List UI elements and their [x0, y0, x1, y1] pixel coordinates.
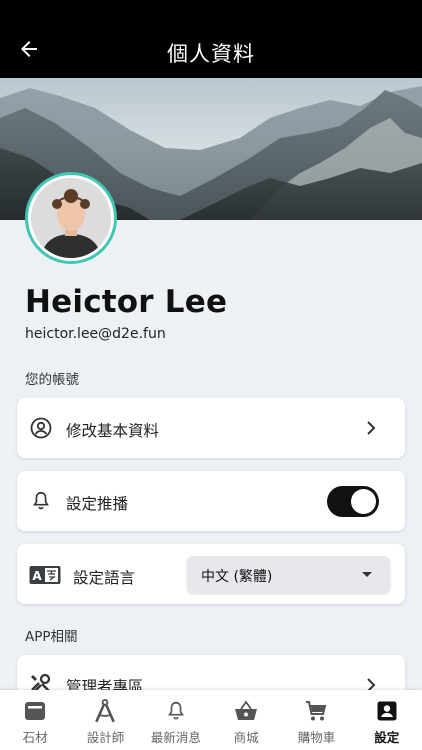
section-label-account: 您的帳號 [25, 372, 79, 388]
language-select-value: 中文 (繁體) [201, 569, 273, 585]
push-notification-label: 設定推播 [66, 495, 129, 513]
cart-icon [303, 698, 329, 724]
push-notification-toggle[interactable] [327, 486, 379, 517]
translate-icon: A [29, 563, 61, 587]
nav-label: 商城 [233, 730, 259, 745]
compass-icon [92, 698, 118, 724]
nav-item-shop[interactable]: 商城 [211, 690, 281, 750]
bell-icon [29, 489, 53, 513]
nav-label: 最新消息 [150, 730, 201, 745]
chevron-right-icon [367, 421, 376, 435]
push-notification-item: 設定推播 [17, 471, 405, 531]
nav-label: 購物車 [297, 730, 336, 745]
toggle-knob [351, 489, 376, 514]
edit-profile-label: 修改基本資料 [66, 422, 160, 440]
nav-label: 石材 [22, 730, 48, 745]
language-item: A 設定語言 中文 (繁體) [17, 544, 405, 604]
top-app-bar: 個人資料 [0, 0, 422, 78]
bottom-navigation: 石材 設計師 最新消息 商城 購物車 設定 [0, 690, 422, 750]
language-select[interactable]: 中文 (繁體) [187, 556, 390, 593]
account-circle-icon [29, 416, 53, 440]
nav-label: 設計師 [86, 730, 125, 745]
nav-item-designer[interactable]: 設計師 [70, 690, 140, 750]
nav-item-news[interactable]: 最新消息 [141, 690, 211, 750]
nav-item-settings[interactable]: 設定 [352, 690, 422, 750]
account-box-icon [374, 698, 400, 724]
nav-item-stone[interactable]: 石材 [0, 690, 70, 750]
stone-icon [22, 698, 48, 724]
basket-icon [233, 698, 259, 724]
language-label: 設定語言 [73, 569, 136, 587]
page-title: 個人資料 [167, 42, 255, 66]
bell-icon [163, 698, 189, 724]
profile-name: Heictor Lee [25, 284, 228, 320]
section-label-app: APP相關 [25, 629, 78, 645]
svg-text:A: A [32, 569, 42, 583]
nav-item-cart[interactable]: 購物車 [281, 690, 351, 750]
caret-down-icon [362, 572, 372, 577]
avatar[interactable] [25, 172, 117, 264]
nav-label: 設定 [374, 730, 400, 745]
profile-email: heictor.lee@d2e.fun [25, 326, 166, 342]
edit-profile-item[interactable]: 修改基本資料 [17, 398, 405, 458]
